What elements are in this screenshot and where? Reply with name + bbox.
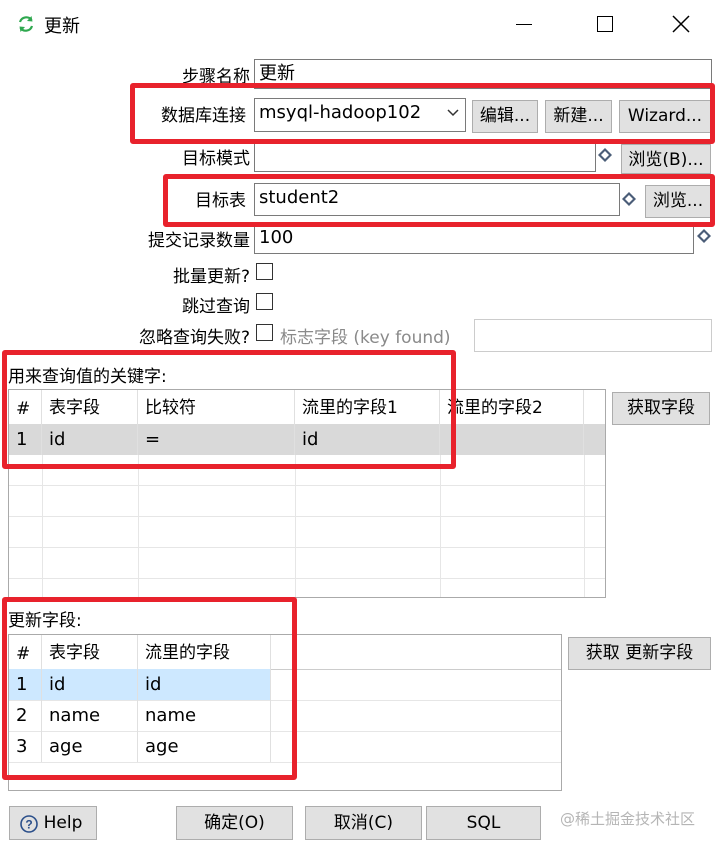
- column-header-stream-field1[interactable]: 流里的字段1: [295, 390, 440, 424]
- edit-connection-button[interactable]: 编辑...: [472, 100, 538, 133]
- schema-label: 目标模式: [182, 149, 250, 169]
- flag-field-label: 标志字段 (key found): [280, 328, 451, 348]
- stream-field1-cell[interactable]: id: [295, 424, 440, 455]
- cancel-button[interactable]: 取消(C): [305, 806, 422, 840]
- connection-label: 数据库连接: [161, 106, 246, 126]
- connection-value: msyql-hadoop102: [259, 102, 422, 123]
- column-header-stream-field[interactable]: 流里的字段: [138, 635, 271, 669]
- refresh-icon: [18, 16, 34, 32]
- schema-input[interactable]: [254, 140, 596, 172]
- get-update-fields-button[interactable]: 获取 更新字段: [568, 637, 711, 670]
- variable-diamond-icon: [622, 192, 636, 206]
- help-label: Help: [43, 813, 83, 833]
- close-icon[interactable]: [672, 15, 690, 33]
- schema-browse-button[interactable]: 浏览(B)...: [621, 144, 711, 174]
- column-header-table-field[interactable]: 表字段: [42, 390, 138, 424]
- watermark: @稀土掘金技术社区: [560, 810, 696, 828]
- help-icon: ?: [20, 815, 38, 833]
- table-field-cell[interactable]: id: [42, 424, 138, 455]
- column-header-num[interactable]: #: [9, 390, 42, 424]
- table-browse-button[interactable]: 浏览...: [645, 185, 711, 218]
- row-number: 3: [9, 731, 42, 762]
- stream-field-cell[interactable]: name: [138, 700, 271, 731]
- stream-field-cell[interactable]: age: [138, 731, 271, 762]
- update-table: # 表字段 流里的字段 1 id id 2 name name 3 age ag…: [8, 634, 562, 791]
- step-name-input[interactable]: 更新: [254, 59, 712, 89]
- ignore-lookup-failure-label: 忽略查询失败?: [138, 328, 250, 348]
- skip-lookup-label: 跳过查询: [182, 297, 250, 317]
- commit-size-label: 提交记录数量: [148, 231, 250, 251]
- comparator-cell[interactable]: =: [138, 424, 295, 455]
- column-header-stream-field2[interactable]: 流里的字段2: [440, 390, 584, 424]
- connection-select[interactable]: msyql-hadoop102: [254, 98, 466, 132]
- commit-size-input[interactable]: 100: [254, 223, 694, 254]
- sql-button[interactable]: SQL: [426, 806, 541, 840]
- maximize-icon[interactable]: [597, 16, 613, 32]
- table-field-cell[interactable]: age: [42, 731, 138, 762]
- column-header-num[interactable]: #: [9, 635, 42, 669]
- ignore-lookup-failure-checkbox[interactable]: [256, 324, 273, 341]
- row-number: 1: [9, 424, 42, 455]
- wizard-button[interactable]: Wizard...: [619, 100, 711, 133]
- table-input[interactable]: student2: [254, 183, 620, 216]
- empty-grid: [9, 455, 605, 597]
- variable-diamond-icon: [697, 229, 711, 243]
- batch-update-label: 批量更新?: [172, 267, 250, 287]
- keys-table: # 表字段 比较符 流里的字段1 流里的字段2 1 id = id: [8, 389, 606, 598]
- table-field-cell[interactable]: name: [42, 700, 138, 731]
- batch-update-checkbox[interactable]: [256, 263, 273, 280]
- update-section-title: 更新字段:: [8, 611, 82, 631]
- chevron-down-icon: [447, 109, 459, 117]
- table-row[interactable]: 3 age age: [9, 731, 561, 763]
- svg-text:?: ?: [25, 818, 32, 832]
- help-button[interactable]: ? Help: [9, 806, 97, 840]
- table-label: 目标表: [195, 191, 246, 211]
- keys-section-title: 用来查询值的关键字:: [8, 367, 167, 387]
- table-field-cell[interactable]: id: [42, 669, 138, 700]
- title-bar: 更新: [0, 0, 720, 48]
- stream-field-cell[interactable]: id: [138, 669, 271, 700]
- table-header: # 表字段 流里的字段: [9, 635, 561, 670]
- window-title: 更新: [44, 16, 80, 37]
- row-number: 1: [9, 669, 42, 700]
- minimize-icon[interactable]: [516, 24, 532, 25]
- flag-field-input[interactable]: [474, 319, 712, 352]
- row-number: 2: [9, 700, 42, 731]
- column-header-table-field[interactable]: 表字段: [42, 635, 138, 669]
- stream-field2-cell[interactable]: [440, 424, 584, 455]
- table-row[interactable]: 2 name name: [9, 700, 561, 732]
- step-name-label: 步骤名称: [182, 67, 250, 87]
- skip-lookup-checkbox[interactable]: [256, 293, 273, 310]
- table-header: # 表字段 比较符 流里的字段1 流里的字段2: [9, 390, 605, 425]
- new-connection-button[interactable]: 新建...: [545, 100, 612, 133]
- table-row[interactable]: 1 id = id: [9, 424, 605, 456]
- table-row[interactable]: 1 id id: [9, 669, 561, 701]
- ok-button[interactable]: 确定(O): [176, 806, 293, 840]
- column-header-comparator[interactable]: 比较符: [138, 390, 295, 424]
- variable-diamond-icon: [598, 148, 612, 162]
- get-fields-button[interactable]: 获取字段: [612, 392, 710, 425]
